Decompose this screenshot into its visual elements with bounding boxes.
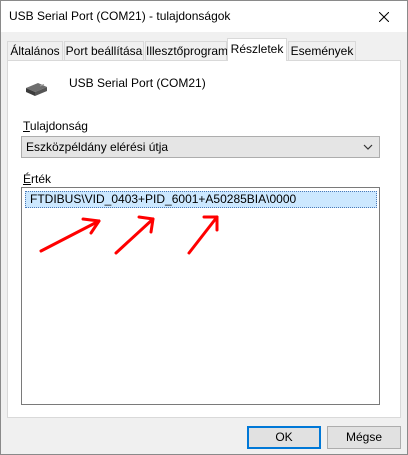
tab-driver[interactable]: Illesztőprogram	[145, 41, 228, 61]
title-bar: USB Serial Port (COM21) - tulajdonságok	[1, 1, 407, 32]
ok-button[interactable]: OK	[247, 426, 321, 449]
tab-general[interactable]: Általános	[7, 41, 63, 61]
tab-port-settings[interactable]: Port beállítása	[64, 41, 144, 61]
cancel-button[interactable]: Mégse	[327, 426, 401, 449]
chevron-down-icon	[363, 144, 373, 150]
device-name: USB Serial Port (COM21)	[69, 76, 206, 90]
tab-details[interactable]: Részletek	[227, 38, 287, 61]
list-item[interactable]: FTDIBUS\VID_0403+PID_6001+A50285BIA\0000	[25, 191, 377, 208]
properties-dialog: USB Serial Port (COM21) - tulajdonságok …	[0, 0, 408, 455]
usb-device-icon	[26, 83, 47, 96]
close-button[interactable]	[361, 1, 407, 32]
window-title: USB Serial Port (COM21) - tulajdonságok	[9, 9, 231, 23]
value-label: Érték	[23, 172, 52, 186]
tab-events[interactable]: Események	[288, 41, 356, 61]
value-list[interactable]: FTDIBUS\VID_0403+PID_6001+A50285BIA\0000	[21, 187, 380, 405]
property-label: Tulajdonság	[23, 119, 88, 133]
property-dropdown[interactable]: Eszközpéldány elérési útja	[21, 136, 380, 158]
close-icon	[379, 11, 389, 22]
property-dropdown-value: Eszközpéldány elérési útja	[26, 140, 169, 154]
